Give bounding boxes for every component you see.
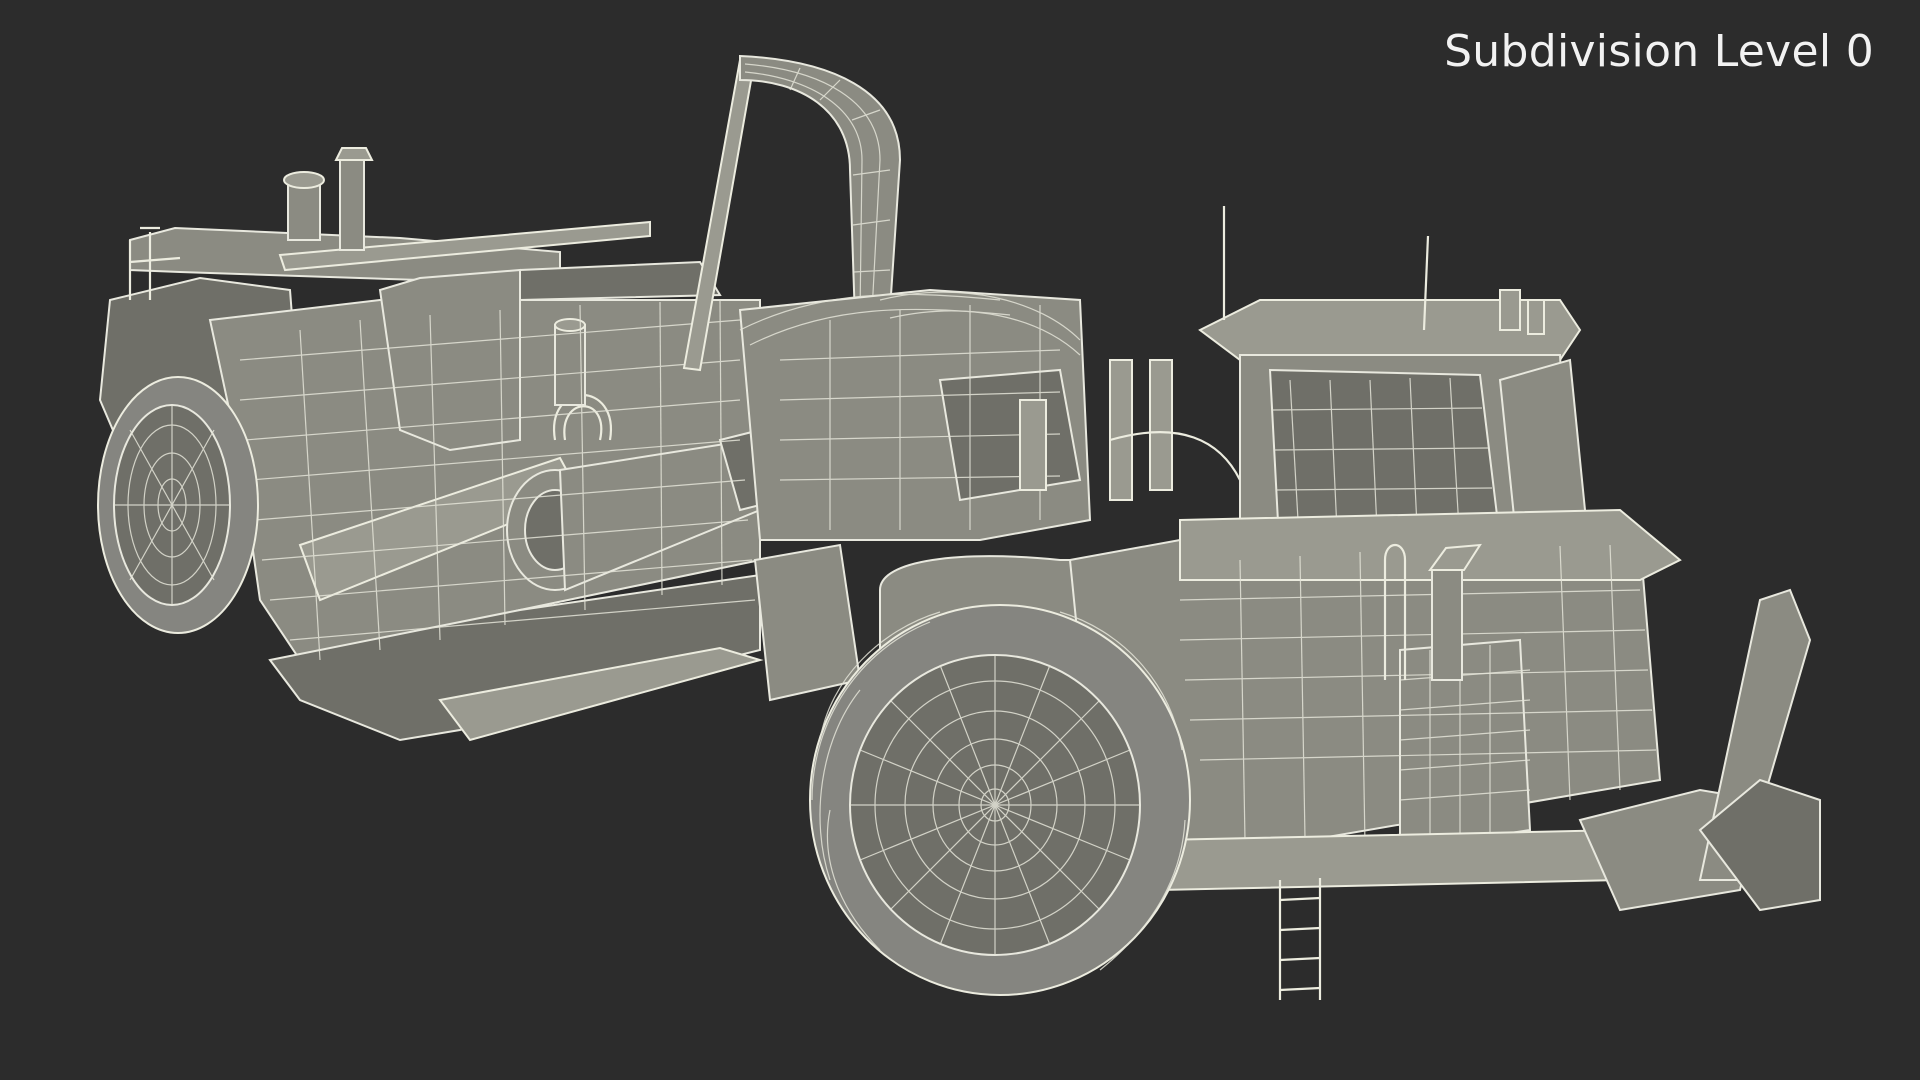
front-tyre bbox=[809, 604, 1191, 996]
hydraulic-hitch bbox=[738, 288, 1241, 541]
3d-viewport[interactable]: Subdivision Level 0 bbox=[0, 0, 1920, 1080]
rear-tyre bbox=[97, 376, 259, 634]
wheel-tractor-scraper-wireframe-model bbox=[97, 54, 1821, 1000]
